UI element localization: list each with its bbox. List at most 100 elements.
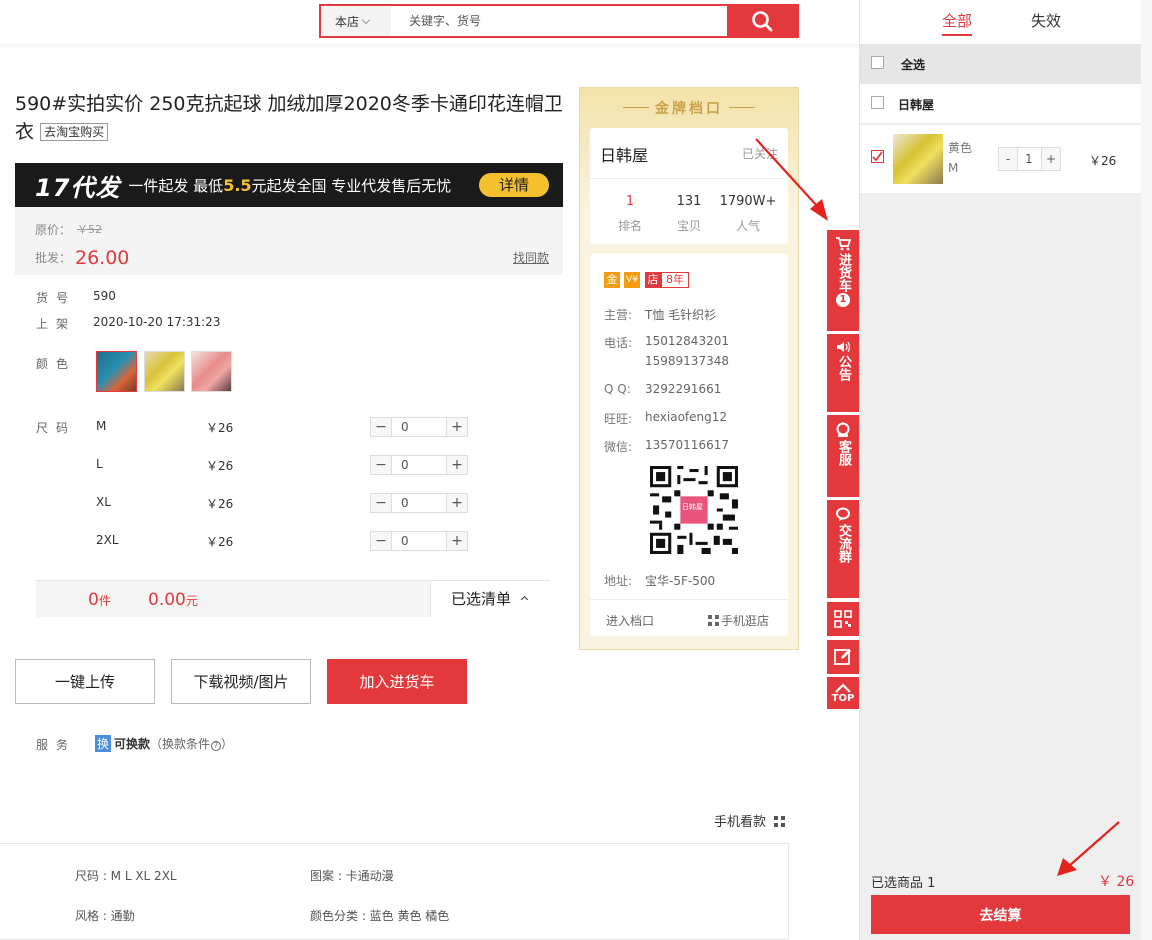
search-scope-select[interactable]: 本店 [321, 6, 391, 36]
headset-icon [836, 422, 850, 437]
phone-value-1: 15012843201 [645, 334, 729, 348]
promo-banner[interactable]: 17代发 一件起发 最低5.5元起发全国 专业代发售后无忧 详情 [15, 163, 563, 207]
toolbar-group-button[interactable]: 交流群 [827, 500, 859, 598]
checkout-button[interactable]: 去结算 [871, 895, 1130, 934]
exchange-condition-link[interactable]: （换款条件 [150, 737, 210, 751]
quantity-input[interactable]: 0 [391, 494, 447, 512]
wholesale-price: 26.00 [75, 247, 130, 269]
selection-summary: 0件 0.00元 已选清单 [36, 580, 550, 617]
toolbar-top-button[interactable]: TOP [827, 677, 859, 709]
qr-small-icon [708, 615, 719, 626]
sku-label: 货号 [36, 291, 77, 305]
toolbar-cart-button[interactable]: 进货车 1 [827, 230, 859, 331]
color-thumb-yellow[interactable] [144, 351, 185, 392]
item-checkbox[interactable] [871, 150, 884, 163]
shop-name[interactable]: 日韩屋 [600, 142, 648, 166]
selected-list-label: 已选清单 [451, 590, 512, 608]
service-info: 换可换款（换款条件?） [95, 735, 234, 752]
color-thumb-teal[interactable] [96, 351, 137, 392]
exchange-tag: 换 [95, 735, 112, 752]
shop-checkbox[interactable] [871, 96, 884, 109]
qr-small-icon [774, 816, 786, 827]
cart-panel: 全部 失效 全选 日韩屋 黄色 M - 1 + ￥26 已选商品 1 ￥ 26 … [859, 0, 1152, 940]
mobile-shop-link[interactable]: 手机逛店 [708, 612, 769, 629]
tab-all[interactable]: 全部 [942, 10, 973, 36]
product-title: 590#实拍实价 250克抗起球 加绒加厚2020冬季卡通印花连帽卫衣 去淘宝购… [15, 90, 565, 146]
toolbar-qr-button[interactable] [827, 602, 859, 636]
store-badge-icon: 店 [645, 272, 661, 288]
wangwang-label: 旺旺: [604, 412, 633, 426]
detail-pattern: 图案 : 卡通动漫 [310, 869, 394, 883]
quantity-stepper: − 0 + [370, 531, 468, 551]
stat-items-value: 131 [676, 194, 702, 209]
enter-stall-link[interactable]: 进入档口 [606, 612, 654, 629]
select-all-checkbox[interactable] [871, 56, 884, 69]
search-button[interactable] [727, 6, 797, 36]
qr-shop-label: 日韩屋 [682, 503, 703, 511]
size-name: M [96, 419, 107, 433]
orig-price-label: 原价： [35, 223, 72, 237]
question-icon: ? [211, 741, 222, 751]
cart-item-thumb[interactable] [893, 134, 943, 184]
quantity-stepper: − 0 + [370, 493, 468, 513]
quantity-input[interactable]: 0 [391, 532, 447, 550]
quantity-input[interactable]: 0 [391, 456, 447, 474]
main-value: T恤 毛针织衫 [645, 308, 717, 322]
toolbar-edit-button[interactable] [827, 640, 859, 674]
minus-button[interactable]: − [371, 418, 391, 436]
search-input[interactable] [391, 6, 727, 36]
scrollbar[interactable] [1141, 0, 1152, 940]
check-icon [872, 151, 883, 162]
toolbar-service-button[interactable]: 客服 [827, 415, 859, 497]
minus-button[interactable]: − [371, 532, 391, 550]
phone-label: 电话: [604, 336, 633, 350]
wechat-value: 13570116617 [645, 438, 729, 452]
cart-quantity-input[interactable]: 1 [1017, 148, 1042, 170]
toolbar-notice-button[interactable]: 公告 [827, 334, 859, 412]
toolbar-top-label: TOP [831, 693, 855, 704]
color-thumb-pink[interactable] [191, 351, 232, 392]
one-click-upload-button[interactable]: 一键上传 [15, 659, 155, 704]
mobile-view-link[interactable]: 手机看款 [714, 811, 786, 830]
search-bar: 本店 [319, 4, 799, 38]
arrow-up-icon [835, 683, 851, 693]
banner-big-text: 17代发 [35, 173, 121, 202]
plus-button[interactable]: + [447, 418, 467, 436]
banner-detail-button[interactable]: 详情 [479, 173, 549, 197]
minus-button[interactable]: − [371, 494, 391, 512]
quantity-stepper: − 0 + [370, 455, 468, 475]
find-same-link[interactable]: 找同款 [513, 249, 549, 266]
size-label: 尺码 [36, 421, 77, 435]
selected-items-count: 已选商品 1 [871, 876, 936, 891]
phone-value-2: 15989137348 [645, 354, 729, 368]
cart-item-price: ￥26 [1089, 154, 1117, 168]
add-to-cart-button[interactable]: 加入进货车 [327, 659, 467, 704]
cart-icon [836, 237, 851, 251]
chat-icon [836, 507, 850, 521]
minus-button[interactable]: − [371, 456, 391, 474]
size-name: 2XL [96, 533, 119, 547]
gold-badge-icon: 金 [604, 272, 620, 288]
quantity-input[interactable]: 0 [391, 418, 447, 436]
minus-button[interactable]: - [999, 148, 1017, 170]
cart-quantity-stepper: - 1 + [998, 147, 1061, 171]
download-media-button[interactable]: 下载视频/图片 [171, 659, 311, 704]
cart-item-row: 黄色 M - 1 + ￥26 [860, 125, 1141, 193]
size-name: L [96, 457, 103, 471]
selected-list-toggle[interactable]: 已选清单 [430, 581, 550, 617]
plus-button[interactable]: + [447, 456, 467, 474]
quantity-stepper: − 0 + [370, 417, 468, 437]
edit-icon [834, 649, 851, 665]
size-price: ￥26 [206, 459, 234, 473]
price-box: 原价： ￥52 批发： 26.00 找同款 [15, 207, 563, 275]
plus-button[interactable]: + [1042, 148, 1060, 170]
plus-button[interactable]: + [447, 532, 467, 550]
stat-rank-value: 1 [625, 194, 635, 209]
service-label: 服务 [36, 738, 77, 752]
tab-invalid[interactable]: 失效 [1031, 10, 1061, 31]
cart-item-size: M [948, 161, 959, 175]
orig-price: ￥52 [77, 223, 102, 236]
taobao-buy-link[interactable]: 去淘宝购买 [40, 123, 109, 141]
toolbar-notice-label: 公告 [836, 355, 851, 381]
plus-button[interactable]: + [447, 494, 467, 512]
